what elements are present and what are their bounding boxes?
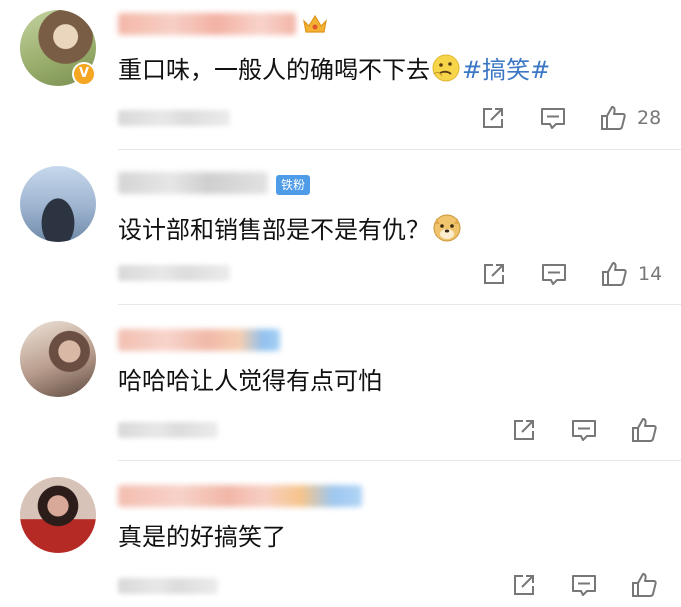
- comment-item: 真是的好搞笑了: [0, 461, 681, 607]
- timestamp-blurred: [118, 422, 218, 438]
- comment-item: V 重口味，一般人的确喝不下去 #搞笑# 28: [0, 0, 681, 150]
- share-icon[interactable]: [510, 416, 538, 444]
- username-blurred[interactable]: [118, 13, 296, 35]
- share-icon[interactable]: [480, 260, 508, 288]
- thumbs-up-icon[interactable]: [600, 260, 628, 288]
- username-blurred[interactable]: [118, 485, 362, 507]
- comment-body: 重口味，一般人的确喝不下去: [118, 56, 430, 84]
- timestamp-blurred: [118, 110, 230, 126]
- thumbs-up-icon[interactable]: [630, 416, 658, 444]
- comment-body: 设计部和销售部是不是有仇？: [118, 216, 430, 244]
- comment-item: 哈哈哈让人觉得有点可怕: [0, 305, 681, 461]
- fan-badge: 铁粉: [276, 175, 311, 195]
- avatar[interactable]: [20, 166, 96, 242]
- share-icon[interactable]: [479, 104, 507, 132]
- timestamp-blurred: [118, 578, 218, 594]
- comment-icon[interactable]: [570, 416, 598, 444]
- crown-icon: [303, 14, 327, 33]
- thinking-emoji-icon: [430, 52, 462, 92]
- comment-text: 真是的好搞笑了: [118, 523, 286, 551]
- like-count: 28: [637, 107, 662, 129]
- comment-feed: V 重口味，一般人的确喝不下去 #搞笑# 28 铁粉 设计部和销售部是不是有仇？…: [0, 0, 681, 607]
- verified-badge: V: [72, 62, 96, 86]
- like-count: 14: [638, 263, 663, 285]
- avatar[interactable]: [20, 321, 96, 397]
- share-icon[interactable]: [510, 571, 538, 599]
- thumbs-up-icon[interactable]: [630, 571, 658, 599]
- comment-icon[interactable]: [539, 104, 567, 132]
- comment-text: 哈哈哈让人觉得有点可怕: [118, 367, 382, 395]
- comment-text: 设计部和销售部是不是有仇？: [118, 210, 464, 252]
- username-blurred[interactable]: [118, 172, 268, 194]
- comment-text: 重口味，一般人的确喝不下去 #搞笑#: [118, 52, 550, 92]
- comment-icon[interactable]: [570, 571, 598, 599]
- avatar[interactable]: [20, 477, 96, 553]
- thumbs-up-icon[interactable]: [599, 104, 627, 132]
- timestamp-blurred: [118, 265, 230, 281]
- hashtag-link[interactable]: #搞笑#: [462, 56, 550, 84]
- doge-emoji-icon: [430, 210, 464, 252]
- username-blurred[interactable]: [118, 329, 280, 351]
- comment-item: 铁粉 设计部和销售部是不是有仇？ 14: [0, 150, 681, 305]
- comment-icon[interactable]: [540, 260, 568, 288]
